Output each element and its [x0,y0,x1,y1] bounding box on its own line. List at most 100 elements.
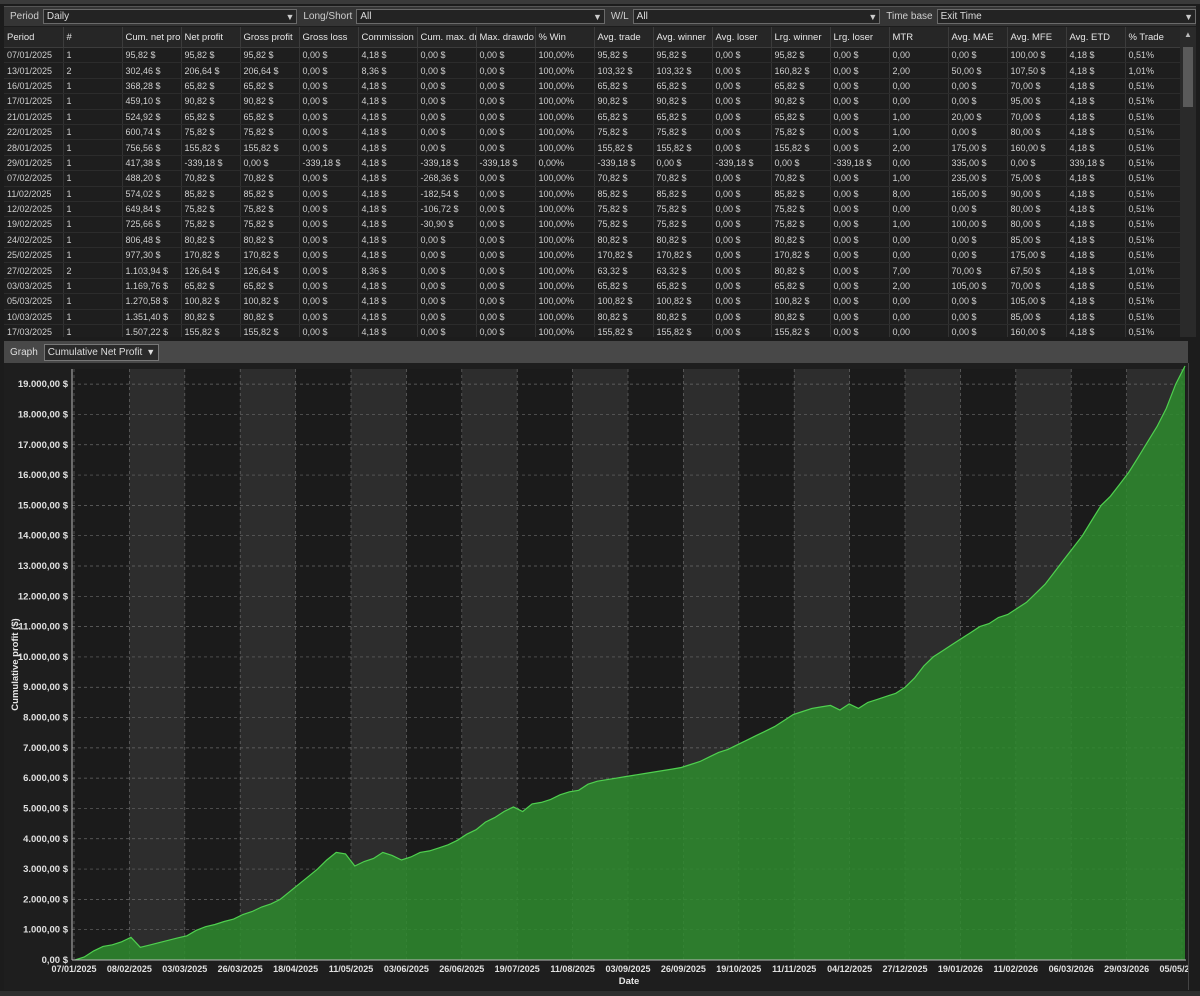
column-header[interactable]: Net profit [181,27,241,48]
table-cell: 65,82 $ [181,78,241,95]
table-cell: 75,82 $ [594,201,654,218]
table-row[interactable]: 29/01/2025 1 417,38 $ -339,18 $0,00 $ -339,1… [4,155,1180,172]
table-cell: 0,00 $ [476,109,536,125]
table-cell: 0,00 $ [476,201,536,218]
table-row[interactable]: 17/01/2025 1 459,10 $90,82 $90,82 $0,00 $4… [4,93,1180,110]
column-header[interactable]: Lrg. winner [771,27,831,48]
table-cell: 4,18 $ [358,232,418,249]
scroll-up-arrow-icon[interactable]: ▲ [1180,27,1196,43]
column-header[interactable]: # [63,27,123,48]
column-header[interactable]: Period [4,27,64,48]
table-cell: 75,82 $ [653,216,713,233]
wl-select[interactable]: All ▼ [632,9,881,24]
table-cell: 90,82 $ [771,93,831,110]
longshort-select[interactable]: All ▼ [356,9,605,24]
table-row[interactable]: 12/02/2025 1 649,84 $75,82 $75,82 $0,00 $4… [4,201,1180,218]
table-cell: 20,00 $ [948,109,1008,125]
table-cell: 100,00% [535,93,595,110]
table-row[interactable]: 21/01/2025 1 524,92 $65,82 $65,82 $0,00 $4… [4,109,1180,125]
table-cell: 0,00 $ [830,62,890,79]
table-row[interactable]: 24/02/2025 1 806,48 $80,82 $80,82 $0,00 $4… [4,232,1180,249]
table-cell: 100,00% [535,186,595,202]
period-select[interactable]: Daily ▼ [42,9,298,24]
column-header[interactable]: Avg. winner [653,27,713,48]
table-cell: 80,82 $ [653,309,713,326]
table-row[interactable]: 11/02/2025 1 574,02 $85,82 $85,82 $0,00 $4… [4,186,1180,202]
table-cell: 7,00 [889,262,949,279]
table-cell: 75,82 $ [240,124,300,141]
table-cell: 0,00 $ [771,155,831,172]
table-cell: 1,01% [1125,62,1180,79]
table-cell: 12/02/2025 [4,201,64,218]
table-row[interactable]: 22/01/2025 1 600,74 $75,82 $75,82 $0,00 $4… [4,124,1180,141]
graph-type-select[interactable]: Cumulative Net Profit ▼ [43,343,160,361]
table-cell: 63,32 $ [653,262,713,279]
table-row[interactable]: 16/01/2025 1 368,28 $65,82 $65,82 $0,00 $4… [4,78,1180,95]
table-cell: 339,18 $ [1066,155,1126,172]
table-row[interactable]: 07/02/2025 1 488,20 $70,82 $70,82 $0,00 $4… [4,170,1180,187]
table-cell: 107,50 $ [1007,62,1067,79]
table-row[interactable]: 25/02/2025 1 977,30 $170,82 $170,82 $0,00 … [4,247,1180,264]
column-header[interactable]: Cum. net pro [122,27,182,48]
table-cell: 1 [63,324,123,337]
scrollbar-thumb[interactable] [1183,47,1193,107]
table-cell: 0,00 $ [653,155,713,172]
table-cell: 0,00 $ [948,247,1008,264]
column-header[interactable]: % Win [535,27,595,48]
table-row[interactable]: 27/02/2025 2 1.103,94 $126,64 $126,64 $0,0… [4,262,1180,279]
table-cell: 65,82 $ [181,109,241,125]
table-cell: 0,00 $ [476,324,536,337]
x-tick-label: 26/09/2025 [661,964,706,974]
table-cell: 0,00 $ [948,293,1008,310]
column-header[interactable]: Gross loss [299,27,359,48]
timebase-select[interactable]: Exit Time ▼ [936,9,1196,24]
table-row[interactable]: 03/03/2025 1 1.169,76 $65,82 $65,82 $0,00 … [4,278,1180,295]
table-cell: 2 [63,262,123,279]
column-header[interactable]: Max. drawdo [476,27,536,48]
table-cell: 0,00 $ [712,93,772,110]
table-row[interactable]: 07/01/2025 1 95,82 $95,82 $95,82 $0,00 $4,… [4,47,1180,64]
table-cell: 2,00 [889,139,949,156]
column-header[interactable]: Commission [358,27,418,48]
table-cell: 29/01/2025 [4,155,64,172]
table-cell: 175,00 $ [1007,247,1067,264]
column-header[interactable]: Avg. MFE [1007,27,1067,48]
column-header[interactable]: Cum. max. dr [417,27,477,48]
column-header[interactable]: MTR [889,27,949,48]
table-vertical-scrollbar[interactable]: ▲ [1180,27,1196,337]
table-row[interactable]: 19/02/2025 1 725,66 $75,82 $75,82 $0,00 $4… [4,216,1180,233]
table-cell: 1,01% [1125,262,1180,279]
table-cell: 19/02/2025 [4,216,64,233]
table-cell: 155,82 $ [771,324,831,337]
chart-svg: 0,00 $1.000,00 $2.000,00 $3.000,00 $4.00… [10,365,1200,987]
table-cell: 0,00 $ [830,216,890,233]
table-cell: 65,82 $ [771,78,831,95]
table-cell: 25/02/2025 [4,247,64,264]
table-cell: 155,82 $ [771,139,831,156]
table-cell: 0,00 $ [417,309,477,326]
table-row[interactable]: 28/01/2025 1 756,56 $155,82 $155,82 $0,00 … [4,139,1180,156]
column-header[interactable]: Lrg. loser [830,27,890,48]
table-cell: 0,51% [1125,170,1180,187]
table-cell: 1 [63,216,123,233]
table-cell: 85,82 $ [594,186,654,202]
table-cell: 0,00 $ [712,232,772,249]
column-header[interactable]: Avg. MAE [948,27,1008,48]
column-header[interactable]: Avg. ETD [1066,27,1126,48]
column-header[interactable]: Gross profit [240,27,300,48]
table-cell: 100,00% [535,247,595,264]
table-cell: 8,36 $ [358,262,418,279]
table-row[interactable]: 13/01/2025 2 302,46 $206,64 $206,64 $0,00 … [4,62,1180,79]
table-row[interactable]: 05/03/2025 1 1.270,58 $100,82 $100,82 $0,0… [4,293,1180,310]
table-cell: 649,84 $ [122,201,182,218]
table-cell: 0,00 $ [712,247,772,264]
table-cell: 0,00 $ [417,62,477,79]
column-header[interactable]: % Trade [1125,27,1180,48]
column-header[interactable]: Avg. trade [594,27,654,48]
table-cell: 0,00 $ [830,232,890,249]
table-cell: 1.270,58 $ [122,293,182,310]
table-cell: 0,00 $ [417,47,477,64]
table-row[interactable]: 17/03/2025 1 1.507,22 $155,82 $155,82 $0,0… [4,324,1180,337]
column-header[interactable]: Avg. loser [712,27,772,48]
table-row[interactable]: 10/03/2025 1 1.351,40 $80,82 $80,82 $0,00 … [4,309,1180,326]
